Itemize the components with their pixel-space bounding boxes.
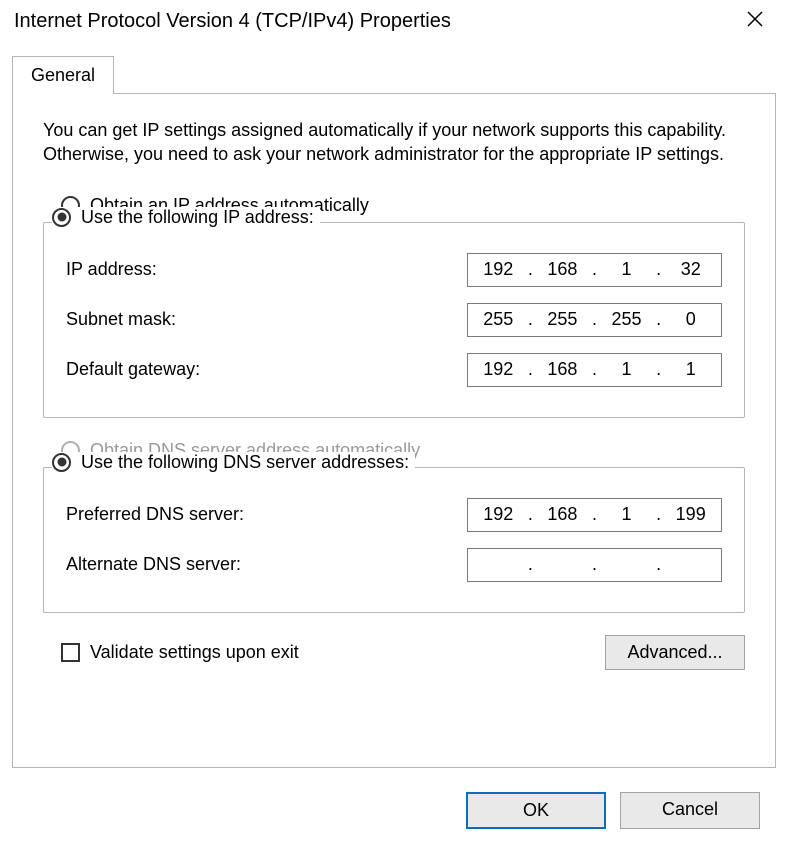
properties-dialog: Internet Protocol Version 4 (TCP/IPv4) P… [0, 0, 788, 845]
dot-icon: . [592, 359, 597, 380]
dns-manual-radio[interactable]: Use the following DNS server addresses: [52, 452, 415, 473]
tab-general[interactable]: General [12, 56, 114, 94]
ip-address-label: IP address: [66, 259, 467, 280]
dot-icon: . [592, 554, 597, 575]
ip-octet[interactable]: 199 [668, 504, 714, 525]
gateway-label: Default gateway: [66, 359, 467, 380]
tab-strip: General [12, 55, 776, 93]
client-area: General You can get IP settings assigned… [0, 43, 788, 845]
dns-manual-label: Use the following DNS server addresses: [81, 452, 409, 473]
ip-octet[interactable]: 1 [668, 359, 714, 380]
dot-icon: . [656, 259, 661, 280]
gateway-input[interactable]: 192. 168. 1. 1 [467, 353, 722, 387]
ip-octet[interactable]: 255 [539, 309, 585, 330]
ip-octet[interactable]: 192 [475, 259, 521, 280]
alternate-dns-input[interactable]: . . . [467, 548, 722, 582]
close-icon[interactable] [736, 6, 774, 36]
validate-checkbox[interactable]: Validate settings upon exit [61, 642, 299, 663]
dot-icon: . [528, 359, 533, 380]
dot-icon: . [528, 309, 533, 330]
ip-octet[interactable]: 32 [668, 259, 714, 280]
intro-text: You can get IP settings assigned automat… [43, 118, 745, 167]
titlebar: Internet Protocol Version 4 (TCP/IPv4) P… [0, 0, 788, 43]
ok-button[interactable]: OK [466, 792, 606, 829]
checkbox-icon [61, 643, 80, 662]
cancel-button[interactable]: Cancel [620, 792, 760, 829]
radio-icon [52, 208, 71, 227]
ip-octet[interactable]: 168 [539, 259, 585, 280]
dot-icon: . [528, 554, 533, 575]
dot-icon: . [656, 309, 661, 330]
preferred-dns-label: Preferred DNS server: [66, 504, 467, 525]
ip-address-input[interactable]: 192. 168. 1. 32 [467, 253, 722, 287]
subnet-label: Subnet mask: [66, 309, 467, 330]
preferred-dns-row: Preferred DNS server: 192. 168. 1. 199 [66, 498, 722, 532]
ip-octet[interactable]: 192 [475, 504, 521, 525]
alternate-dns-label: Alternate DNS server: [66, 554, 467, 575]
ip-manual-label: Use the following IP address: [81, 207, 314, 228]
ip-octet[interactable]: 255 [475, 309, 521, 330]
ip-octet[interactable]: 1 [604, 359, 650, 380]
tab-page-general: You can get IP settings assigned automat… [12, 93, 776, 768]
gateway-row: Default gateway: 192. 168. 1. 1 [66, 353, 722, 387]
alternate-dns-row: Alternate DNS server: . . . [66, 548, 722, 582]
dot-icon: . [592, 309, 597, 330]
ip-address-row: IP address: 192. 168. 1. 32 [66, 253, 722, 287]
ip-manual-radio[interactable]: Use the following IP address: [52, 207, 320, 228]
dot-icon: . [656, 504, 661, 525]
subnet-row: Subnet mask: 255. 255. 255. 0 [66, 303, 722, 337]
ip-octet[interactable]: 192 [475, 359, 521, 380]
ip-octet[interactable]: 1 [604, 504, 650, 525]
advanced-button[interactable]: Advanced... [605, 635, 745, 670]
dot-icon: . [592, 259, 597, 280]
radio-icon [52, 453, 71, 472]
ip-octet[interactable]: 168 [539, 504, 585, 525]
ip-octet[interactable]: 168 [539, 359, 585, 380]
ip-octet[interactable]: 255 [604, 309, 650, 330]
ip-octet[interactable]: 1 [604, 259, 650, 280]
dot-icon: . [528, 259, 533, 280]
dot-icon: . [528, 504, 533, 525]
preferred-dns-input[interactable]: 192. 168. 1. 199 [467, 498, 722, 532]
subnet-input[interactable]: 255. 255. 255. 0 [467, 303, 722, 337]
dot-icon: . [656, 554, 661, 575]
dot-icon: . [592, 504, 597, 525]
dialog-buttons: OK Cancel [12, 778, 776, 845]
validate-label: Validate settings upon exit [90, 642, 299, 663]
window-title: Internet Protocol Version 4 (TCP/IPv4) P… [14, 10, 451, 33]
dot-icon: . [656, 359, 661, 380]
ip-manual-group: Use the following IP address: IP address… [43, 222, 745, 418]
tab-footer: Validate settings upon exit Advanced... [43, 635, 745, 670]
ip-octet[interactable]: 0 [668, 309, 714, 330]
dns-manual-group: Use the following DNS server addresses: … [43, 467, 745, 613]
